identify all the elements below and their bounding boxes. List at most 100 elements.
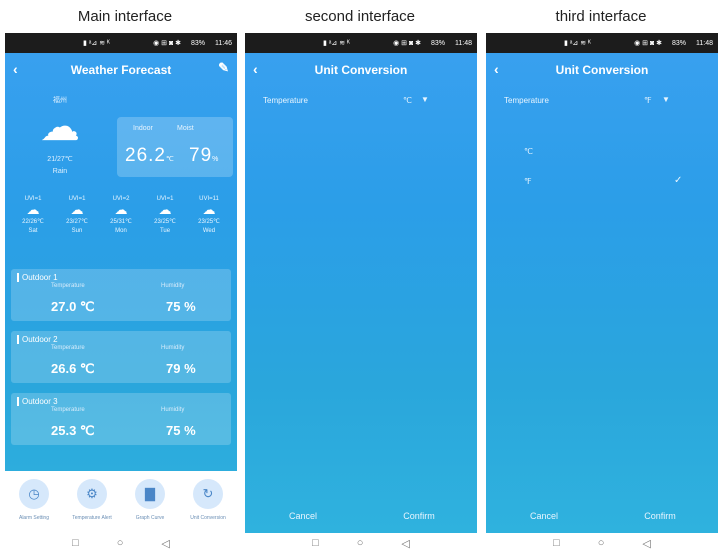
- alarm-setting-label: Alarm Setting: [18, 515, 49, 521]
- clock: 11:48: [696, 39, 713, 47]
- indoor-humidity-value: 79: [189, 145, 213, 166]
- temperature-unit-row[interactable]: Temperature ℉ ▼: [486, 87, 718, 115]
- forecast-weekday: Mon: [115, 228, 127, 234]
- temperature-label: Temperature: [51, 345, 85, 351]
- recents-icon[interactable]: □: [553, 537, 560, 549]
- temperature-label: Temperature: [504, 96, 549, 105]
- cloud-icon: ☁: [202, 202, 216, 217]
- back-icon[interactable]: ◁: [161, 537, 169, 550]
- forecast-day: UVI=1 ☁ 23/25℃ Tue: [145, 196, 185, 234]
- home-icon[interactable]: ○: [598, 537, 605, 549]
- outdoor-temp: 27.0 ℃: [51, 299, 95, 314]
- unit-conversion-label: Unit Conversion: [190, 515, 226, 521]
- status-bar: ▮ ᵃ⊿ ≋ ᴷ ◉ ⊞ ◙ ✱ 83% 11:48: [245, 33, 477, 53]
- temperature-label: Temperature: [263, 96, 308, 105]
- battery-level: 83%: [190, 39, 205, 47]
- cloud-icon: ☁: [158, 202, 172, 217]
- humidity-label: Humidity: [161, 345, 185, 351]
- phone-second: ▮ ᵃ⊿ ≋ ᴷ ◉ ⊞ ◙ ✱ 83% 11:48 ‹ Unit Conver…: [245, 33, 477, 553]
- outdoor-name: Outdoor 3: [17, 397, 58, 406]
- outdoor-humidity: 75 %: [166, 299, 196, 314]
- forecast-day: UVI=1 ☁ 23/27℃ Sun: [57, 196, 97, 234]
- indoor-label: Indoor: [133, 125, 153, 132]
- dialog-footer: Cancel Confirm: [486, 499, 718, 533]
- confirm-button[interactable]: Confirm: [361, 499, 477, 533]
- forecast-weekday: Tue: [159, 228, 171, 234]
- status-bar: ▮ ᵃ⊿ ≋ ᴷ ◉ ⊞ ◙ ✱ 83% 11:46: [5, 33, 237, 53]
- bottom-toolbar: ◷ Alarm Setting ⚙ Temperature Alert ▇ Graph…: [5, 471, 237, 533]
- system-nav-bar: □ ○ ◁: [5, 533, 237, 553]
- temperature-unit-value: ℉: [644, 96, 652, 105]
- option-fahrenheit[interactable]: ℉ ✓: [486, 167, 718, 197]
- cancel-button[interactable]: Cancel: [245, 499, 361, 533]
- today-weather: 福州 ☁ 21/27℃ Rain: [25, 95, 95, 175]
- option-celsius[interactable]: ℃: [486, 137, 718, 167]
- system-nav-bar: □ ○ ◁: [486, 533, 718, 553]
- pencil-icon[interactable]: ✎: [218, 60, 229, 76]
- back-icon[interactable]: ◁: [401, 537, 409, 550]
- temperature-unit-row[interactable]: Temperature ℃ ▼: [245, 87, 477, 115]
- forecast-range: 25/31℃: [110, 219, 132, 225]
- recents-icon[interactable]: □: [72, 537, 79, 549]
- cloud-icon: ☁: [26, 202, 40, 217]
- temperature-unit-value: ℃: [403, 96, 412, 105]
- today-range: 21/27℃: [47, 156, 73, 163]
- caret-down-icon: ▼: [662, 95, 670, 104]
- dialog-footer: Cancel Confirm: [245, 499, 477, 533]
- unit-screen-celsius: ▮ ᵃ⊿ ≋ ᴷ ◉ ⊞ ◙ ✱ 83% 11:48 ‹ Unit Conver…: [245, 33, 477, 533]
- cancel-button[interactable]: Cancel: [486, 499, 602, 533]
- battery-level: 83%: [430, 39, 445, 47]
- battery-level: 83%: [671, 39, 686, 47]
- chevron-left-icon[interactable]: ‹: [13, 61, 18, 77]
- temperature-alert-button[interactable]: ⚙ Temperature Alert: [65, 479, 119, 533]
- alarm-setting-button[interactable]: ◷ Alarm Setting: [7, 479, 61, 533]
- humidity-label: Humidity: [161, 407, 185, 413]
- confirm-button[interactable]: Confirm: [602, 499, 718, 533]
- phone-main: ▮ ᵃ⊿ ≋ ᴷ ◉ ⊞ ◙ ✱ 83% 11:46 ‹ Weather For…: [5, 33, 237, 553]
- indoor-card: Indoor Moist 26.2℃ 79%: [117, 117, 233, 177]
- clock-icon: ◷: [19, 479, 49, 509]
- status-icons: ◉ ⊞ ◙ ✱: [153, 40, 181, 47]
- clock: 11:48: [455, 39, 472, 47]
- cloud-icon: ☁: [70, 202, 84, 217]
- home-icon[interactable]: ○: [117, 537, 124, 549]
- unit-conversion-button[interactable]: ↻ Unit Conversion: [181, 479, 235, 533]
- forecast-day: UVI=1 ☁ 22/26℃ Sat: [13, 196, 53, 234]
- outdoor-card-3[interactable]: Outdoor 3 Temperature Humidity 25.3 ℃ 75…: [11, 393, 231, 445]
- outdoor-name: Outdoor 1: [17, 273, 58, 282]
- forecast-range: 22/26℃: [22, 219, 44, 225]
- status-icons: ◉ ⊞ ◙ ✱: [634, 40, 662, 47]
- outdoor-name: Outdoor 2: [17, 335, 58, 344]
- signal-indicators: ▮ ᵃ⊿ ≋ ᴷ: [83, 40, 110, 47]
- caption-main: Main interface: [77, 8, 173, 25]
- forecast-range: 23/25℃: [154, 219, 176, 225]
- page-title: Unit Conversion: [314, 63, 408, 77]
- phone-third: ▮ ᵃ⊿ ≋ ᴷ ◉ ⊞ ◙ ✱ 83% 11:48 ‹ Unit Conver…: [486, 33, 718, 553]
- outdoor-card-1[interactable]: Outdoor 1 Temperature Humidity 27.0 ℃ 75…: [11, 269, 231, 321]
- title-bar: ‹ Unit Conversion: [245, 53, 477, 87]
- forecast-weekday: Sat: [28, 228, 38, 234]
- signal-indicators: ▮ ᵃ⊿ ≋ ᴷ: [564, 40, 591, 47]
- rain-cloud-icon: ☁: [40, 105, 80, 149]
- status-bar: ▮ ᵃ⊿ ≋ ᴷ ◉ ⊞ ◙ ✱ 83% 11:48: [486, 33, 718, 53]
- humidity-label: Humidity: [161, 283, 185, 289]
- indoor-temp: 26.2℃: [125, 145, 174, 167]
- home-icon[interactable]: ○: [357, 537, 364, 549]
- outdoor-temp: 25.3 ℃: [51, 423, 95, 438]
- temperature-label: Temperature: [51, 407, 85, 413]
- clock: 11:46: [215, 39, 232, 47]
- graph-curve-button[interactable]: ▇ Graph Curve: [123, 479, 177, 533]
- back-icon[interactable]: ◁: [642, 537, 650, 550]
- outdoor-card-2[interactable]: Outdoor 2 Temperature Humidity 26.6 ℃ 79…: [11, 331, 231, 383]
- indoor-humidity: 79%: [189, 145, 218, 167]
- indoor-temp-unit: ℃: [165, 156, 174, 163]
- checkmark-icon: ✓: [674, 175, 683, 186]
- refresh-icon: ↻: [193, 479, 223, 509]
- recents-icon[interactable]: □: [312, 537, 319, 549]
- forecast-day: UVI=2 ☁ 25/31℃ Mon: [101, 196, 141, 234]
- forecast-day: UVI=11 ☁ 23/25℃ Wed: [189, 196, 229, 234]
- chevron-left-icon[interactable]: ‹: [253, 61, 258, 77]
- chevron-left-icon[interactable]: ‹: [494, 61, 499, 77]
- chart-icon: ▇: [135, 479, 165, 509]
- forecast-weekday: Wed: [202, 228, 216, 234]
